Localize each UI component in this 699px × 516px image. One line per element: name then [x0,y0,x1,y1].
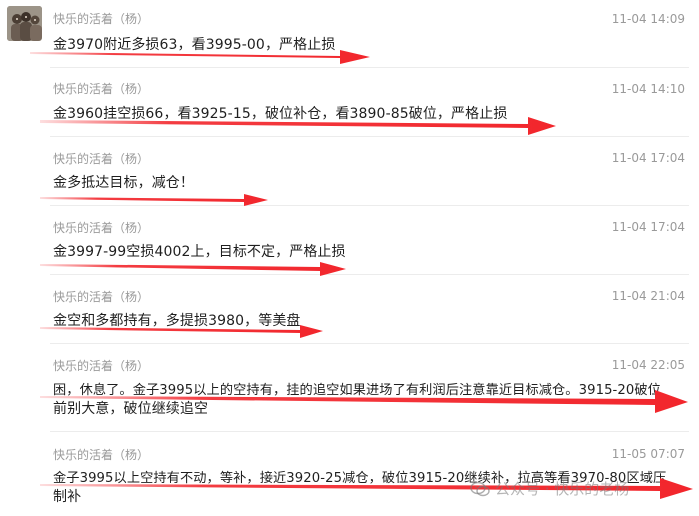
sender-name[interactable]: 快乐的活着（杨） [53,80,149,97]
wechat-official-account-icon [470,481,490,497]
watermark-text: 公众号 · 快乐的老杨 [495,480,630,498]
message-time: 11-05 07:07 [611,447,685,461]
message-time: 11-04 22:05 [611,358,685,372]
message-separator [50,136,689,137]
message-text: 金3997-99空损4002上，目标不定，严格止损 [53,244,346,260]
message-text-continued: 制补 [53,489,82,505]
message-text-continued: 前别大意，破位继续追空 [53,401,209,417]
message-separator [50,274,689,275]
sender-name[interactable]: 快乐的活着（杨） [53,10,149,27]
avatar[interactable] [7,6,42,41]
message-text: 金3960挂空损66，看3925-15，破位补仓，看3890-85破位，严格止损 [53,106,508,122]
sender-name[interactable]: 快乐的活着（杨） [53,288,149,305]
message-time: 11-04 14:10 [611,82,685,96]
message-text: 金3970附近多损63，看3995-00，严格止损 [53,37,336,53]
message-text: 金多抵达目标，减仓！ [53,175,194,191]
sender-name[interactable]: 快乐的活着（杨） [53,446,149,463]
message-time: 11-04 17:04 [611,151,685,165]
message-separator [50,67,689,68]
message-time: 11-04 17:04 [611,220,685,234]
sender-name[interactable]: 快乐的活着（杨） [53,150,149,167]
message-text: 金空和多都持有，多提损3980，等美盘 [53,313,301,329]
message-text: 困，休息了。金子3995以上的空持有，挂的追空如果进场了有利润后注意靠近目标减仓… [53,383,661,398]
chat-history-view: 快乐的活着（杨） 11-04 14:09 金3970附近多损63，看3995-0… [0,0,699,516]
message-time: 11-04 21:04 [611,289,685,303]
sender-name[interactable]: 快乐的活着（杨） [53,357,149,374]
message-separator [50,343,689,344]
sender-name[interactable]: 快乐的活着（杨） [53,219,149,236]
message-separator [50,205,689,206]
watermark: 公众号 · 快乐的老杨 [470,478,629,499]
message-time: 11-04 14:09 [611,12,685,26]
message-separator [50,431,689,432]
